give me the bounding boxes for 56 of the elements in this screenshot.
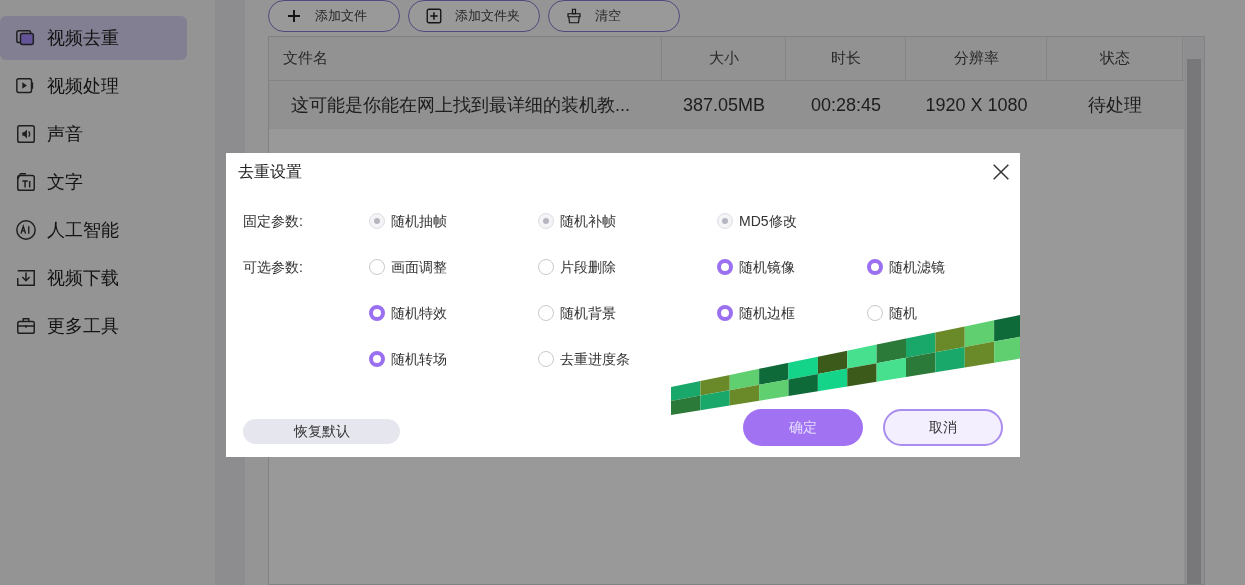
- sidebar-item[interactable]: 声音: [0, 112, 187, 156]
- radio-option[interactable]: 画面调整: [369, 257, 447, 277]
- group-label: 可选参数:: [243, 258, 304, 277]
- ai-icon: [15, 219, 37, 241]
- table-cell-text: 待处理: [1087, 93, 1143, 117]
- toolbar-button[interactable]: 添加文件: [268, 0, 400, 32]
- sidebar-item[interactable]: 更多工具: [0, 304, 187, 348]
- sidebar-item[interactable]: 视频去重: [0, 16, 187, 60]
- dialog-title: 去重设置: [238, 162, 302, 182]
- radio-button[interactable]: [717, 259, 733, 275]
- radio-button[interactable]: [538, 259, 554, 275]
- radio-option[interactable]: 随机: [867, 303, 917, 323]
- basket-icon: [565, 7, 583, 25]
- sidebar-item[interactable]: 人工智能: [0, 208, 187, 252]
- column-header[interactable]: 时长: [786, 37, 906, 80]
- group-label: 固定参数:: [243, 212, 304, 231]
- table-cell-text: 1920 X 1080: [924, 93, 1029, 117]
- column-header[interactable]: 状态: [1047, 37, 1183, 80]
- reset-default-button[interactable]: 恢复默认: [243, 419, 400, 444]
- column-header[interactable]: 文件名: [269, 37, 662, 80]
- toolbar-button[interactable]: 添加文件夹: [408, 0, 540, 32]
- close-icon[interactable]: [990, 161, 1012, 183]
- toolbar-button[interactable]: 清空: [548, 0, 680, 32]
- radio-button[interactable]: [369, 351, 385, 367]
- radio-option[interactable]: 随机滤镜: [867, 257, 945, 277]
- radio-option[interactable]: 片段删除: [538, 257, 616, 277]
- scrollbar[interactable]: [1184, 37, 1204, 584]
- download-icon: [15, 267, 37, 289]
- speaker-icon: [15, 123, 37, 145]
- radio-option[interactable]: 去重进度条: [538, 349, 630, 369]
- text-icon: [15, 171, 37, 193]
- toolbox-icon: [15, 315, 37, 337]
- radio-button[interactable]: [538, 351, 554, 367]
- radio-option[interactable]: 随机转场: [369, 349, 447, 369]
- radio-option[interactable]: 随机边框: [717, 303, 795, 323]
- radio-button[interactable]: [369, 305, 385, 321]
- table-row[interactable]: 这可能是你能在网上找到最详细的装机教... 387.05MB 00:28:45 1920 X 1080 待处理: [269, 81, 1184, 129]
- plus-icon: [285, 7, 303, 25]
- radio-button[interactable]: [867, 259, 883, 275]
- add-square-icon: [425, 7, 443, 25]
- sidebar-item[interactable]: 文字: [0, 160, 187, 204]
- cancel-button[interactable]: 取消: [883, 409, 1003, 446]
- radio-option[interactable]: 随机镜像: [717, 257, 795, 277]
- radio-button[interactable]: [538, 305, 554, 321]
- sidebar-item[interactable]: 视频处理: [0, 64, 187, 108]
- radio-button[interactable]: [717, 305, 733, 321]
- sidebar-item[interactable]: 视频下载: [0, 256, 187, 300]
- column-header[interactable]: 分辨率: [906, 37, 1047, 80]
- column-header[interactable]: 大小: [662, 37, 786, 80]
- radio-button[interactable]: [867, 305, 883, 321]
- radio-button[interactable]: [369, 259, 385, 275]
- table-cell-text: 387.05MB: [681, 93, 767, 117]
- table-cell-text: 这可能是你能在网上找到最详细的装机教...: [290, 93, 631, 117]
- radio-option[interactable]: 随机特效: [369, 303, 447, 323]
- table-cell-text: 00:28:45: [809, 93, 883, 117]
- radio-option[interactable]: 随机背景: [538, 303, 616, 323]
